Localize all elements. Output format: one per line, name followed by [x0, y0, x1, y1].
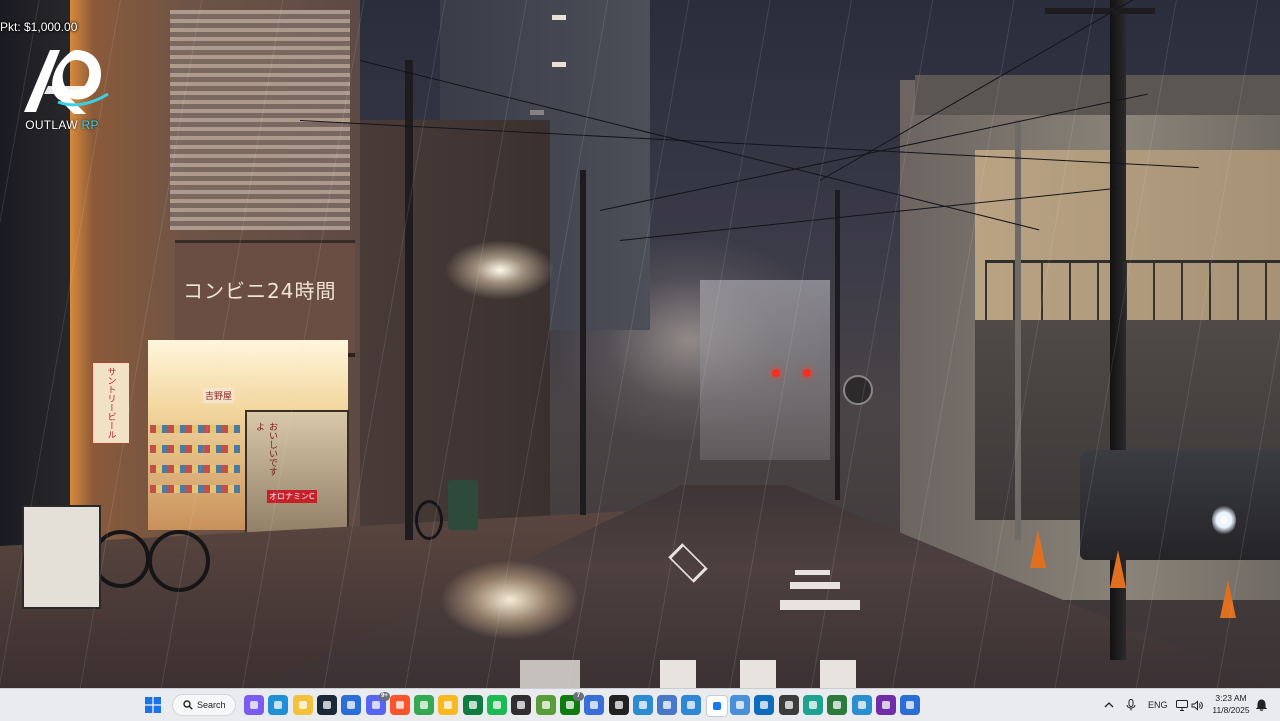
chrome-glyph: [420, 701, 428, 709]
ring-app-icon[interactable]: [657, 695, 677, 715]
windows-taskbar: Search 9+ 7 ENG 3:23 AM 11/8/2025: [0, 688, 1280, 721]
network-icon[interactable]: [1176, 689, 1190, 721]
microsoft-store-icon[interactable]: [341, 695, 361, 715]
excel-icon[interactable]: [463, 695, 483, 715]
next-app-icon[interactable]: [876, 695, 896, 715]
teal-app-icon[interactable]: [803, 695, 823, 715]
photos-glyph: [858, 701, 866, 709]
fox-app-icon[interactable]: [681, 695, 701, 715]
outlook-icon[interactable]: [754, 695, 774, 715]
meta-glyph: [713, 702, 721, 710]
messenger-glyph: [444, 701, 452, 709]
windows-start-icon[interactable]: [143, 695, 163, 715]
logo-word: OUTLAW: [25, 118, 78, 132]
discord-icon[interactable]: 9+: [366, 692, 390, 715]
volume-icon[interactable]: [1191, 689, 1205, 721]
gamepad-icon[interactable]: [584, 695, 604, 715]
globe-app-icon[interactable]: [633, 695, 653, 715]
discord-glyph: [372, 701, 380, 709]
chrome-icon[interactable]: [414, 695, 434, 715]
next-app-glyph: [882, 701, 890, 709]
m-app-glyph: [736, 701, 744, 709]
excel-glyph: [469, 701, 477, 709]
copilot-icon[interactable]: [244, 695, 264, 715]
logo-rp: RP: [81, 118, 99, 132]
search-icon: [183, 700, 193, 710]
blue-app-glyph: [906, 701, 914, 709]
brave-icon[interactable]: [390, 695, 410, 715]
minecraft-glyph: [542, 701, 550, 709]
notification-badge: 7: [573, 692, 584, 701]
obs-icon[interactable]: [511, 695, 531, 715]
davinci-resolve-glyph: [615, 701, 623, 709]
nb-app-glyph: [833, 701, 841, 709]
notification-icon[interactable]: [1256, 689, 1268, 721]
fox-app-glyph: [687, 701, 695, 709]
photos-icon[interactable]: [852, 695, 872, 715]
davinci-resolve-icon[interactable]: [609, 695, 629, 715]
file-explorer-glyph: [299, 701, 307, 709]
edge-glyph: [274, 701, 282, 709]
desktop-wallpaper: コンビニ24時間 サントリービール 吉野屋 おいしいですよ オロナミンC: [0, 0, 1280, 688]
clock-date: 11/8/2025: [1212, 705, 1250, 715]
minecraft-icon[interactable]: [536, 695, 556, 715]
steam-glyph: [323, 701, 331, 709]
messenger-icon[interactable]: [438, 695, 458, 715]
language-indicator[interactable]: ENG: [1148, 689, 1168, 721]
bm-app-glyph: [785, 701, 793, 709]
outlaw-rp-logo: OUTLAW RP: [14, 42, 110, 134]
notification-badge: 9+: [379, 692, 390, 701]
file-explorer-icon[interactable]: [293, 695, 313, 715]
search-label: Search: [197, 700, 226, 710]
microphone-icon[interactable]: [1126, 689, 1138, 721]
teal-app-glyph: [809, 701, 817, 709]
m-app-icon[interactable]: [730, 695, 750, 715]
blue-app-icon[interactable]: [900, 695, 920, 715]
taskbar-clock[interactable]: 3:23 AM 11/8/2025: [1208, 692, 1254, 716]
taskbar-search-button[interactable]: Search: [172, 694, 236, 716]
outlook-glyph: [760, 701, 768, 709]
gamepad-glyph: [590, 701, 598, 709]
spotify-icon[interactable]: [487, 695, 507, 715]
obs-glyph: [517, 701, 525, 709]
edge-icon[interactable]: [268, 695, 288, 715]
copilot-glyph: [250, 701, 258, 709]
pocket-money-display: Pkt: $1,000.00: [0, 20, 78, 34]
outlaw-rp-emblem-icon: [24, 50, 109, 114]
chevron-up-icon[interactable]: [1104, 689, 1116, 721]
rain-overlay: [0, 0, 1280, 688]
globe-app-glyph: [639, 701, 647, 709]
nb-app-icon[interactable]: [827, 695, 847, 715]
spotify-glyph: [493, 701, 501, 709]
bm-app-icon[interactable]: [779, 695, 799, 715]
xbox-glyph: [566, 701, 574, 709]
clock-time: 3:23 AM: [1215, 693, 1247, 703]
steam-icon[interactable]: [317, 695, 337, 715]
microsoft-store-glyph: [347, 701, 355, 709]
xbox-icon[interactable]: 7: [560, 692, 584, 715]
ring-app-glyph: [663, 701, 671, 709]
brave-glyph: [396, 701, 404, 709]
logo-wordmark: OUTLAW RP: [14, 118, 110, 132]
meta-icon[interactable]: [706, 695, 728, 717]
